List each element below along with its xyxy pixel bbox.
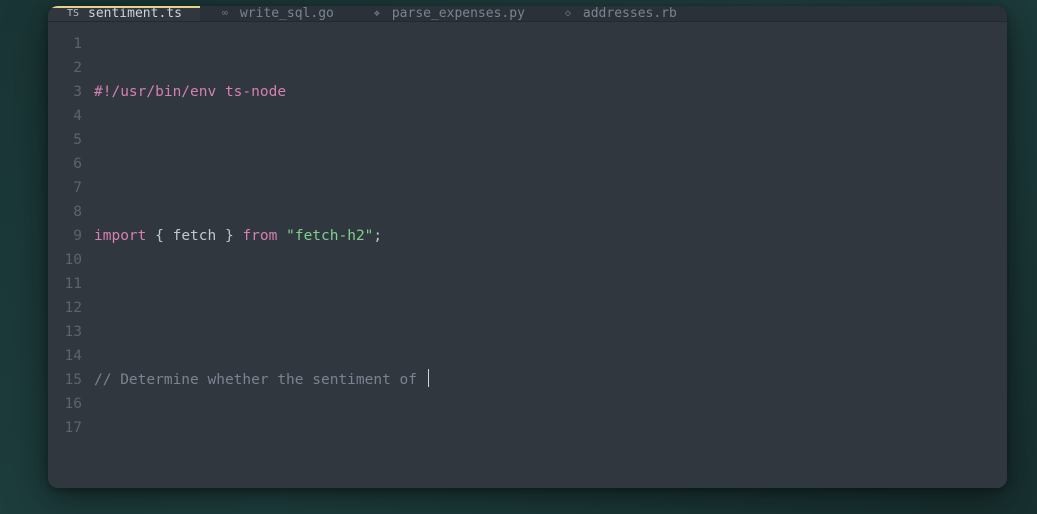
line-number: 14 xyxy=(48,344,82,368)
python-icon: ❖ xyxy=(370,7,384,21)
ruby-icon: ◇ xyxy=(561,7,575,21)
editor-window: TS sentiment.ts ∞ write_sql.go ❖ parse_e… xyxy=(48,6,1007,488)
line-number: 10 xyxy=(48,248,82,272)
code-line-1: #!/usr/bin/env ts-node xyxy=(94,80,1007,104)
typescript-icon: TS xyxy=(66,7,80,21)
line-number: 2 xyxy=(48,56,82,80)
keyword-import: import xyxy=(94,228,146,244)
line-number: 1 xyxy=(48,32,82,56)
string-literal: "fetch-h2" xyxy=(286,228,373,244)
code-area[interactable]: #!/usr/bin/env ts-node import { fetch } … xyxy=(94,32,1007,488)
tab-bar: TS sentiment.ts ∞ write_sql.go ❖ parse_e… xyxy=(48,6,1007,22)
keyword-from: from xyxy=(242,228,277,244)
editor-body[interactable]: 1234567891011121314151617 #!/usr/bin/env… xyxy=(48,22,1007,488)
go-icon: ∞ xyxy=(218,7,232,21)
code-line-6 xyxy=(94,440,1007,464)
shebang: #!/usr/bin/env ts-node xyxy=(94,84,286,100)
tab-label: write_sql.go xyxy=(240,6,334,21)
line-number: 11 xyxy=(48,272,82,296)
tab-parse-expenses-py[interactable]: ❖ parse_expenses.py xyxy=(352,6,543,21)
code-line-2 xyxy=(94,152,1007,176)
line-number: 8 xyxy=(48,200,82,224)
line-number: 12 xyxy=(48,296,82,320)
brace-open: { xyxy=(146,228,172,244)
code-line-4 xyxy=(94,296,1007,320)
brace-close: } xyxy=(216,228,242,244)
line-number: 17 xyxy=(48,416,82,440)
tab-sentiment-ts[interactable]: TS sentiment.ts xyxy=(48,6,200,21)
line-number: 6 xyxy=(48,152,82,176)
tab-label: sentiment.ts xyxy=(88,6,182,21)
line-number: 7 xyxy=(48,176,82,200)
text-cursor xyxy=(428,369,429,387)
code-line-5: // Determine whether the sentiment of xyxy=(94,368,1007,392)
comment: // Determine whether the sentiment of xyxy=(94,372,426,388)
line-number: 13 xyxy=(48,320,82,344)
code-line-3: import { fetch } from "fetch-h2"; xyxy=(94,224,1007,248)
tab-write-sql-go[interactable]: ∞ write_sql.go xyxy=(200,6,352,21)
space xyxy=(277,228,286,244)
line-number: 4 xyxy=(48,104,82,128)
tab-label: parse_expenses.py xyxy=(392,6,525,21)
line-number: 16 xyxy=(48,392,82,416)
line-number-gutter: 1234567891011121314151617 xyxy=(48,32,94,488)
tab-addresses-rb[interactable]: ◇ addresses.rb xyxy=(543,6,695,21)
line-number: 9 xyxy=(48,224,82,248)
line-number: 3 xyxy=(48,80,82,104)
identifier-fetch: fetch xyxy=(173,228,217,244)
line-number: 5 xyxy=(48,128,82,152)
line-number: 15 xyxy=(48,368,82,392)
semicolon: ; xyxy=(373,228,382,244)
tab-label: addresses.rb xyxy=(583,6,677,21)
